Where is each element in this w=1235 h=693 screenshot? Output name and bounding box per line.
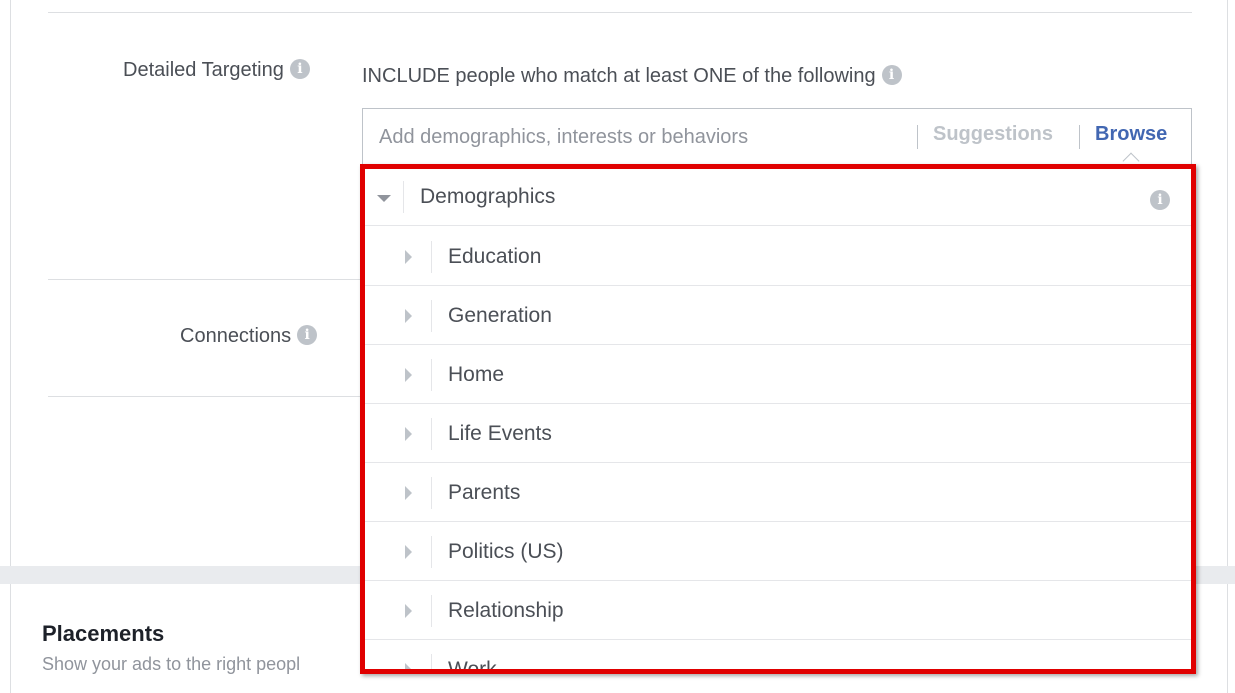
triangle-right-icon[interactable] [405,427,412,441]
list-item-label: Parents [448,481,521,504]
list-item[interactable]: Generation [363,286,1193,345]
section-divider-2 [48,396,362,397]
targeting-search-box: Suggestions Browse [362,108,1192,170]
triangle-right-icon[interactable] [405,486,412,500]
row-separator [431,536,432,568]
row-separator [431,595,432,627]
list-item-label: Home [448,363,505,386]
list-item[interactable]: Work [363,640,1193,671]
detailed-targeting-label: Detailed Targeting i [123,59,310,82]
triangle-right-icon[interactable] [405,309,412,323]
row-separator [431,418,432,450]
list-item[interactable]: Life Events [363,404,1193,463]
browse-tab[interactable]: Browse [1095,123,1167,146]
list-item-label: Life Events [448,422,552,445]
top-divider [48,12,1192,13]
list-item-label: Education [448,245,542,268]
row-separator [431,654,432,670]
list-item[interactable]: Education [363,227,1193,286]
separator [917,125,918,149]
list-item[interactable]: Relationship [363,581,1193,640]
list-item-label: Politics (US) [448,540,564,563]
targeting-search-input[interactable] [379,123,909,151]
category-demographics[interactable]: Demographics i [363,167,1193,226]
detailed-targeting-text: Detailed Targeting [123,59,284,81]
connections-label: Connections i [180,325,318,348]
section-divider-1 [48,279,362,280]
list-item[interactable]: Politics (US) [363,522,1193,581]
row-separator [431,359,432,391]
info-icon[interactable]: i [289,59,310,80]
category-label: Demographics [420,185,556,208]
list-item-label: Relationship [448,599,564,622]
list-item-label: Generation [448,304,552,327]
suggestions-tab[interactable]: Suggestions [933,123,1053,146]
include-instruction-text: INCLUDE people who match at least ONE of… [362,65,876,87]
list-item[interactable]: Home [363,345,1193,404]
connections-text: Connections [180,325,292,347]
row-separator [431,241,432,273]
triangle-right-icon[interactable] [405,663,412,670]
list-item[interactable]: Parents [363,463,1193,522]
triangle-right-icon[interactable] [405,250,412,264]
info-icon[interactable]: i [297,325,318,346]
triangle-down-icon[interactable] [377,195,391,202]
list-item-label: Work [448,658,497,671]
info-icon[interactable]: i [881,65,902,86]
info-icon[interactable]: i [1150,190,1170,210]
separator [1079,125,1080,149]
triangle-right-icon[interactable] [405,604,412,618]
triangle-right-icon[interactable] [405,368,412,382]
browse-dropdown: Demographics i Education Generation Home… [362,166,1194,671]
triangle-right-icon[interactable] [405,545,412,559]
row-separator [431,477,432,509]
include-instruction: INCLUDE people who match at least ONE of… [362,65,902,88]
placements-title: Placements [42,621,165,646]
placements-subtitle: Show your ads to the right peopl [42,654,301,674]
row-separator [431,300,432,332]
row-separator [403,181,404,213]
